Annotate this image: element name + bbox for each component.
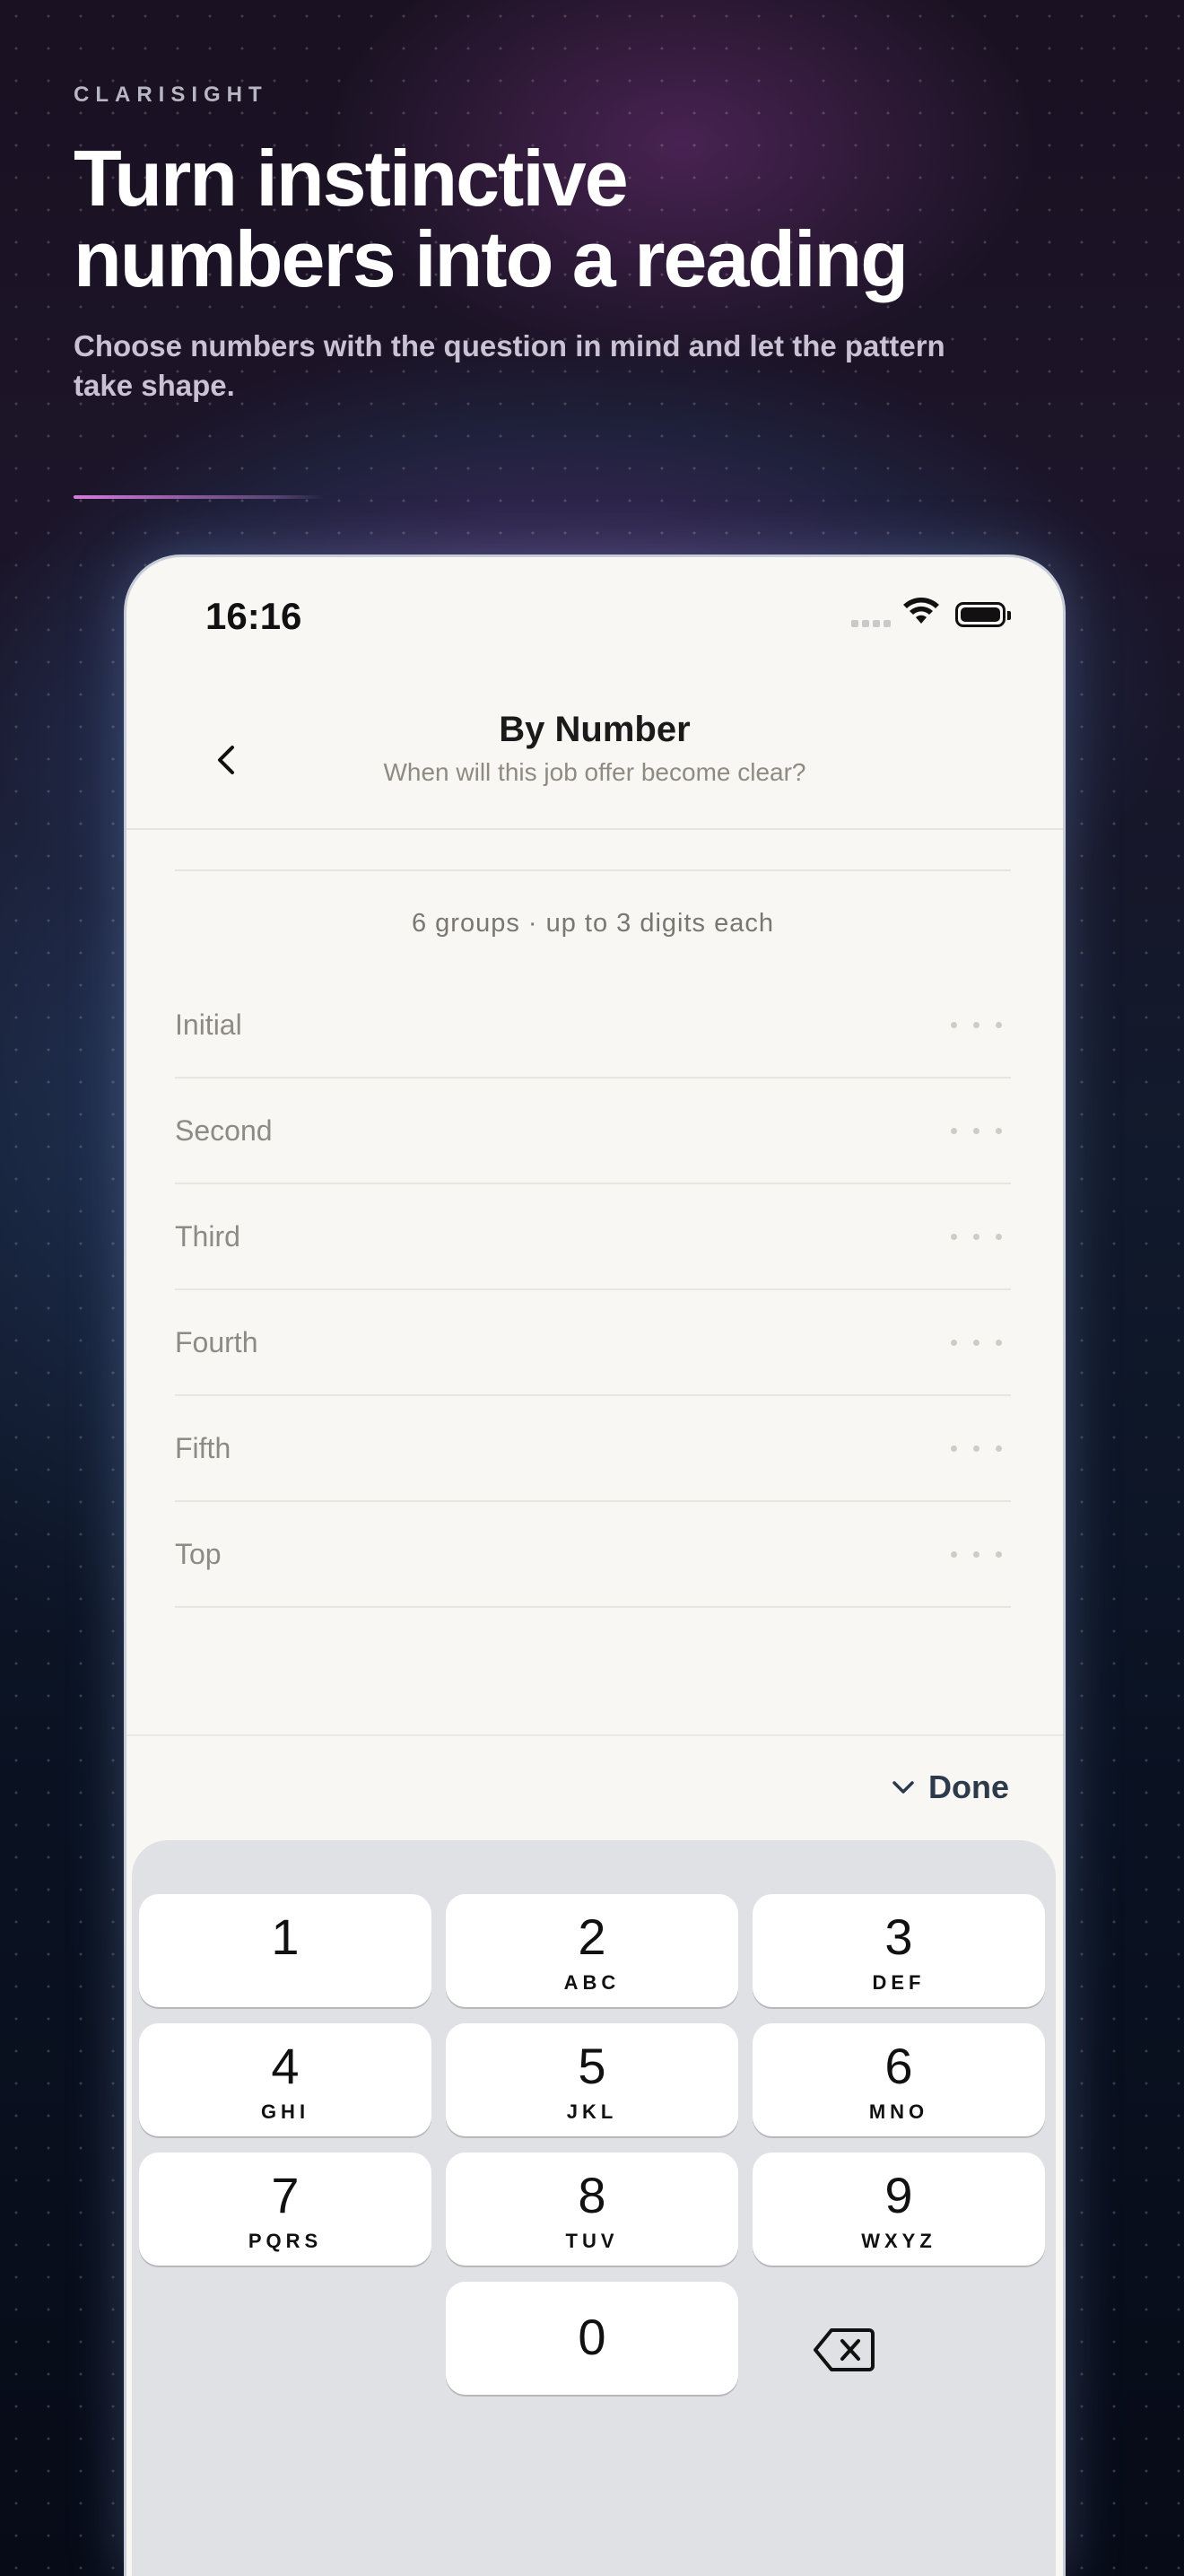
key-digit: 9 — [884, 2167, 913, 2223]
page-subtitle: When will this job offer become clear? — [383, 758, 806, 786]
divider — [175, 869, 1011, 871]
key-letters: GHI — [260, 2100, 310, 2123]
key-digit: 4 — [271, 2038, 300, 2094]
number-group-row[interactable]: Fourth — [175, 1290, 1011, 1396]
key-letters: PQRS — [248, 2230, 323, 2252]
key-4[interactable]: 4 GHI — [139, 2023, 431, 2136]
backspace-icon[interactable] — [812, 2325, 876, 2375]
key-9[interactable]: 9 WXYZ — [753, 2152, 1045, 2266]
key-digit: 8 — [578, 2167, 606, 2223]
hero: CLARISIGHT Turn instinctive numbers into… — [74, 83, 1114, 406]
keyboard-accessory-bar: Done — [126, 1734, 1063, 1837]
status-bar: 16:16 — [126, 557, 1063, 683]
digit-placeholder-dots — [951, 1445, 1002, 1452]
key-2[interactable]: 2 ABC — [446, 1894, 738, 2007]
key-5[interactable]: 5 JKL — [446, 2023, 738, 2136]
headline: Turn instinctive numbers into a reading — [74, 138, 1114, 300]
number-group-row[interactable]: Top — [175, 1502, 1011, 1608]
status-time: 16:16 — [205, 595, 302, 637]
subheadline: Choose numbers with the question in mind… — [74, 329, 945, 402]
key-digit: 7 — [271, 2167, 300, 2223]
done-label: Done — [928, 1768, 1009, 1805]
digit-placeholder-dots — [951, 1339, 1002, 1346]
numeric-keypad: 1 2 ABC 3 DEF 4 GHI 5 JKL 6 MNO 7 PQRS 8 — [132, 1840, 1056, 2576]
key-7[interactable]: 7 PQRS — [139, 2152, 431, 2266]
navigation-bar: By Number When will this job offer becom… — [126, 683, 1063, 830]
group-label: Third — [175, 1219, 240, 1253]
key-letters: JKL — [566, 2100, 618, 2123]
number-entry-form: 6 groups · up to 3 digits each Initial S… — [175, 869, 1011, 1608]
group-label: Initial — [175, 1008, 242, 1041]
key-digit: 3 — [884, 1908, 913, 1965]
number-group-row[interactable]: Fifth — [175, 1396, 1011, 1502]
headline-line-1: Turn instinctive — [74, 134, 629, 223]
key-digit: 5 — [578, 2038, 606, 2094]
wifi-icon — [903, 598, 939, 624]
digit-placeholder-dots — [951, 1233, 1002, 1240]
key-0[interactable]: 0 — [446, 2282, 738, 2395]
done-button[interactable]: Done — [891, 1768, 1009, 1806]
key-digit: 1 — [271, 1908, 300, 1965]
number-group-row[interactable]: Initial — [175, 973, 1011, 1078]
groups-hint: 6 groups · up to 3 digits each — [411, 909, 774, 938]
number-group-row[interactable]: Second — [175, 1078, 1011, 1184]
digit-placeholder-dots — [951, 1550, 1002, 1558]
key-digit: 2 — [578, 1908, 606, 1965]
number-group-row[interactable]: Third — [175, 1184, 1011, 1290]
key-1[interactable]: 1 — [139, 1894, 431, 2007]
key-letters: TUV — [565, 2230, 619, 2252]
digit-placeholder-dots — [951, 1021, 1002, 1028]
accent-divider — [74, 495, 325, 499]
cellular-signal-icon — [851, 620, 891, 627]
group-label: Second — [175, 1113, 273, 1147]
number-group-list: Initial Second Third Fourth Fifth Top — [175, 973, 1011, 1608]
key-digit: 6 — [884, 2038, 913, 2094]
key-letters: ABC — [563, 1971, 621, 1994]
brand-name: CLARISIGHT — [74, 83, 268, 107]
digit-placeholder-dots — [951, 1127, 1002, 1134]
key-3[interactable]: 3 DEF — [753, 1894, 1045, 2007]
chevron-down-icon — [892, 1781, 914, 1794]
group-label: Fifth — [175, 1431, 231, 1464]
headline-line-2: numbers into a reading — [74, 214, 909, 303]
group-label: Fourth — [175, 1325, 258, 1358]
key-8[interactable]: 8 TUV — [446, 2152, 738, 2266]
key-letters: WXYZ — [861, 2230, 936, 2252]
key-6[interactable]: 6 MNO — [753, 2023, 1045, 2136]
key-letters: MNO — [868, 2100, 929, 2123]
phone-mockup: 16:16 By Number When will this job offer… — [124, 554, 1066, 2576]
battery-icon — [955, 602, 1011, 627]
key-digit: 0 — [578, 2309, 606, 2365]
page-title: By Number — [499, 710, 691, 749]
key-letters: DEF — [872, 1971, 926, 1994]
group-label: Top — [175, 1537, 222, 1570]
